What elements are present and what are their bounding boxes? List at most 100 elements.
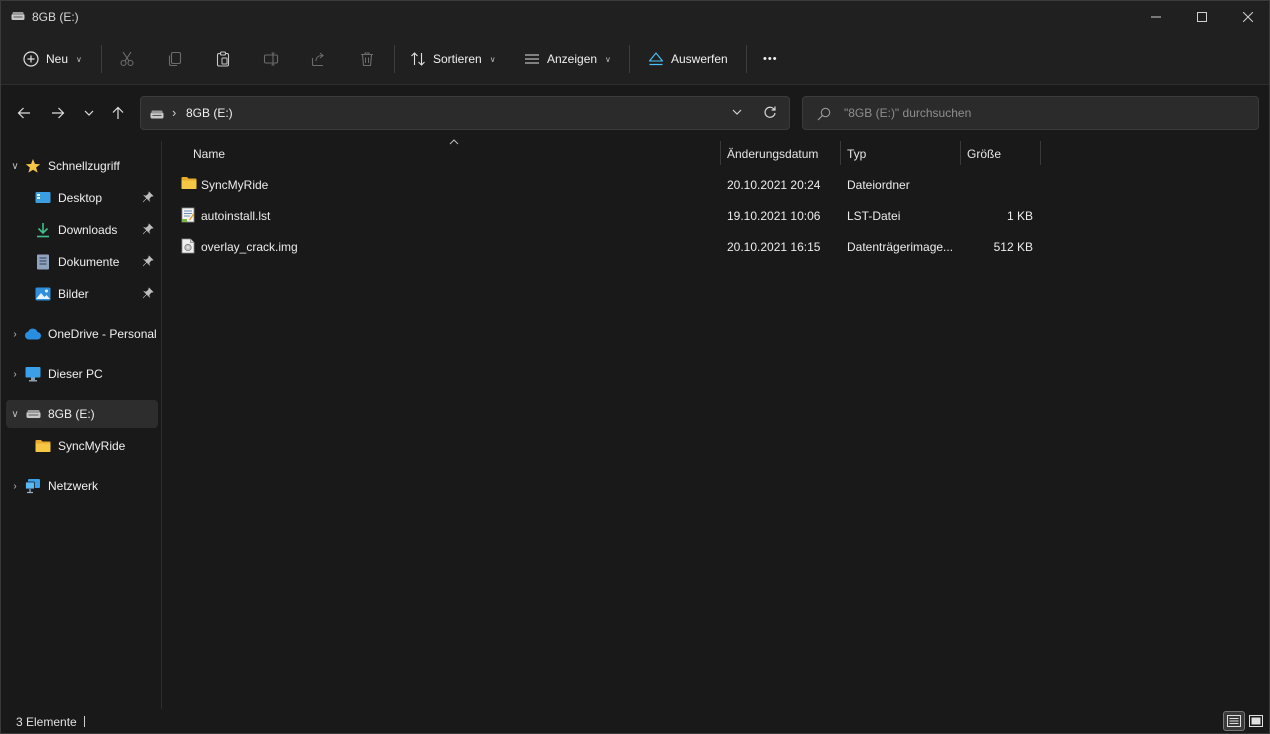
column-header-modified[interactable]: Änderungsdatum — [727, 141, 818, 167]
delete-button[interactable] — [351, 43, 383, 75]
view-label: Anzeigen — [547, 52, 598, 66]
rename-button[interactable] — [255, 43, 287, 75]
toolbar-divider — [629, 45, 630, 73]
recent-locations-button[interactable] — [75, 97, 103, 129]
maximize-icon — [1197, 12, 1207, 22]
maximize-button[interactable] — [1179, 1, 1225, 33]
document-icon — [34, 254, 52, 270]
sidebar-item-downloads[interactable]: Downloads — [6, 216, 158, 244]
breadcrumb-chevron-icon: › — [172, 105, 177, 120]
file-name[interactable]: overlay_crack.img — [201, 240, 298, 254]
eject-label: Auswerfen — [671, 52, 728, 66]
sidebar-item-label: Schnellzugriff — [48, 159, 120, 173]
sidebar-item-onedrive[interactable]: › OneDrive - Personal — [6, 320, 158, 348]
pictures-icon — [34, 286, 52, 302]
paste-button[interactable] — [207, 43, 239, 75]
rename-icon — [263, 52, 279, 66]
tiles-view-icon — [1249, 715, 1263, 727]
address-dropdown-icon[interactable] — [731, 106, 743, 118]
column-divider[interactable] — [1040, 141, 1041, 165]
sidebar-item-pictures[interactable]: Bilder — [6, 280, 158, 308]
cut-button[interactable] — [111, 43, 143, 75]
file-name[interactable]: autoinstall.lst — [201, 209, 270, 223]
more-options-button[interactable]: ••• — [757, 43, 784, 75]
file-row[interactable]: overlay_crack.img 20.10.2021 16:15 Daten… — [171, 233, 1041, 261]
pin-icon[interactable] — [142, 191, 154, 203]
large-icons-view-button[interactable] — [1245, 711, 1267, 731]
network-icon — [24, 478, 42, 494]
plus-circle-icon — [23, 51, 39, 67]
file-type: Datenträgerimage... — [847, 240, 954, 254]
sort-label: Sortieren — [433, 52, 482, 66]
sidebar-item-desktop[interactable]: Desktop — [6, 184, 158, 212]
window-title: 8GB (E:) — [32, 10, 79, 24]
share-button[interactable] — [303, 43, 335, 75]
chevron-right-icon[interactable]: › — [6, 369, 24, 380]
up-button[interactable] — [104, 97, 132, 129]
minimize-icon — [1151, 16, 1161, 18]
drive-icon — [11, 12, 25, 20]
sidebar-item-drive-e[interactable]: ∨ 8GB (E:) — [6, 400, 158, 428]
sidebar-item-label: Netzwerk — [48, 479, 99, 493]
pin-icon[interactable] — [142, 287, 154, 299]
sidebar-item-documents[interactable]: Dokumente — [6, 248, 158, 276]
search-input[interactable]: "8GB (E:)" durchsuchen — [844, 106, 971, 120]
download-icon — [34, 222, 52, 238]
eject-icon — [648, 52, 664, 66]
column-header-name[interactable]: Name — [193, 141, 225, 167]
back-button[interactable] — [10, 97, 38, 129]
sidebar-item-network[interactable]: › Netzwerk — [6, 472, 158, 500]
drive-icon — [150, 110, 164, 119]
search-box[interactable]: "8GB (E:)" durchsuchen — [802, 96, 1259, 130]
eject-button[interactable]: Auswerfen — [642, 43, 734, 75]
sidebar-item-label: Dokumente — [58, 255, 120, 269]
file-row[interactable]: autoinstall.lst 19.10.2021 10:06 LST-Dat… — [171, 202, 1041, 230]
details-view-icon — [1227, 715, 1241, 727]
refresh-icon[interactable] — [763, 105, 777, 119]
chevron-right-icon[interactable]: › — [6, 329, 24, 340]
sidebar-item-this-pc[interactable]: › Dieser PC — [6, 360, 158, 388]
column-divider[interactable] — [960, 141, 961, 165]
column-divider[interactable] — [840, 141, 841, 165]
file-modified: 20.10.2021 20:24 — [727, 178, 821, 192]
sidebar-item-syncmyride[interactable]: SyncMyRide — [6, 432, 158, 460]
copy-button[interactable] — [159, 43, 191, 75]
chevron-right-icon[interactable]: › — [6, 481, 24, 492]
file-name[interactable]: SyncMyRide — [201, 178, 268, 192]
address-bar[interactable]: › 8GB (E:) — [140, 96, 790, 130]
close-button[interactable] — [1225, 1, 1270, 33]
breadcrumb-current[interactable]: 8GB (E:) — [186, 106, 233, 120]
view-button[interactable]: Anzeigen ∨ — [518, 43, 617, 75]
new-button[interactable]: Neu ∨ — [17, 43, 88, 75]
clipboard-icon — [216, 51, 230, 67]
details-view-button[interactable] — [1223, 711, 1245, 731]
pane-divider[interactable] — [161, 141, 162, 709]
forward-button[interactable] — [44, 97, 72, 129]
item-count: 3 Elemente — [16, 715, 77, 729]
new-label: Neu — [46, 52, 69, 66]
sidebar-item-label: Desktop — [58, 191, 103, 205]
disk-image-icon — [181, 238, 195, 254]
chevron-down-icon[interactable]: ∨ — [6, 161, 24, 172]
chevron-down-icon[interactable]: ∨ — [6, 409, 24, 420]
column-header-type[interactable]: Typ — [847, 141, 866, 167]
file-size: 1 KB — [1006, 209, 1033, 223]
pin-icon[interactable] — [142, 223, 154, 235]
cloud-icon — [24, 326, 42, 342]
minimize-button[interactable] — [1133, 1, 1179, 33]
column-header-size[interactable]: Größe — [967, 141, 1001, 167]
pin-icon[interactable] — [142, 255, 154, 267]
explorer-window: 8GB (E:) Neu ∨ Sortieren ∨ Anzeigen ∨ Au… — [0, 0, 1270, 734]
sidebar-item-quick-access[interactable]: ∨ Schnellzugriff — [6, 152, 158, 180]
chevron-down-icon — [84, 110, 94, 116]
sort-button[interactable]: Sortieren ∨ — [404, 43, 502, 75]
close-icon — [1243, 12, 1253, 22]
more-dots-icon: ••• — [763, 53, 778, 65]
file-type: Dateiordner — [847, 178, 910, 192]
status-divider — [84, 716, 85, 727]
star-icon — [24, 158, 42, 174]
file-row[interactable]: SyncMyRide 20.10.2021 20:24 Dateiordner — [171, 171, 1041, 199]
chevron-down-icon: ∨ — [489, 54, 496, 64]
file-list-header: Name Änderungsdatum Typ Größe — [171, 141, 1051, 167]
column-divider[interactable] — [720, 141, 721, 165]
